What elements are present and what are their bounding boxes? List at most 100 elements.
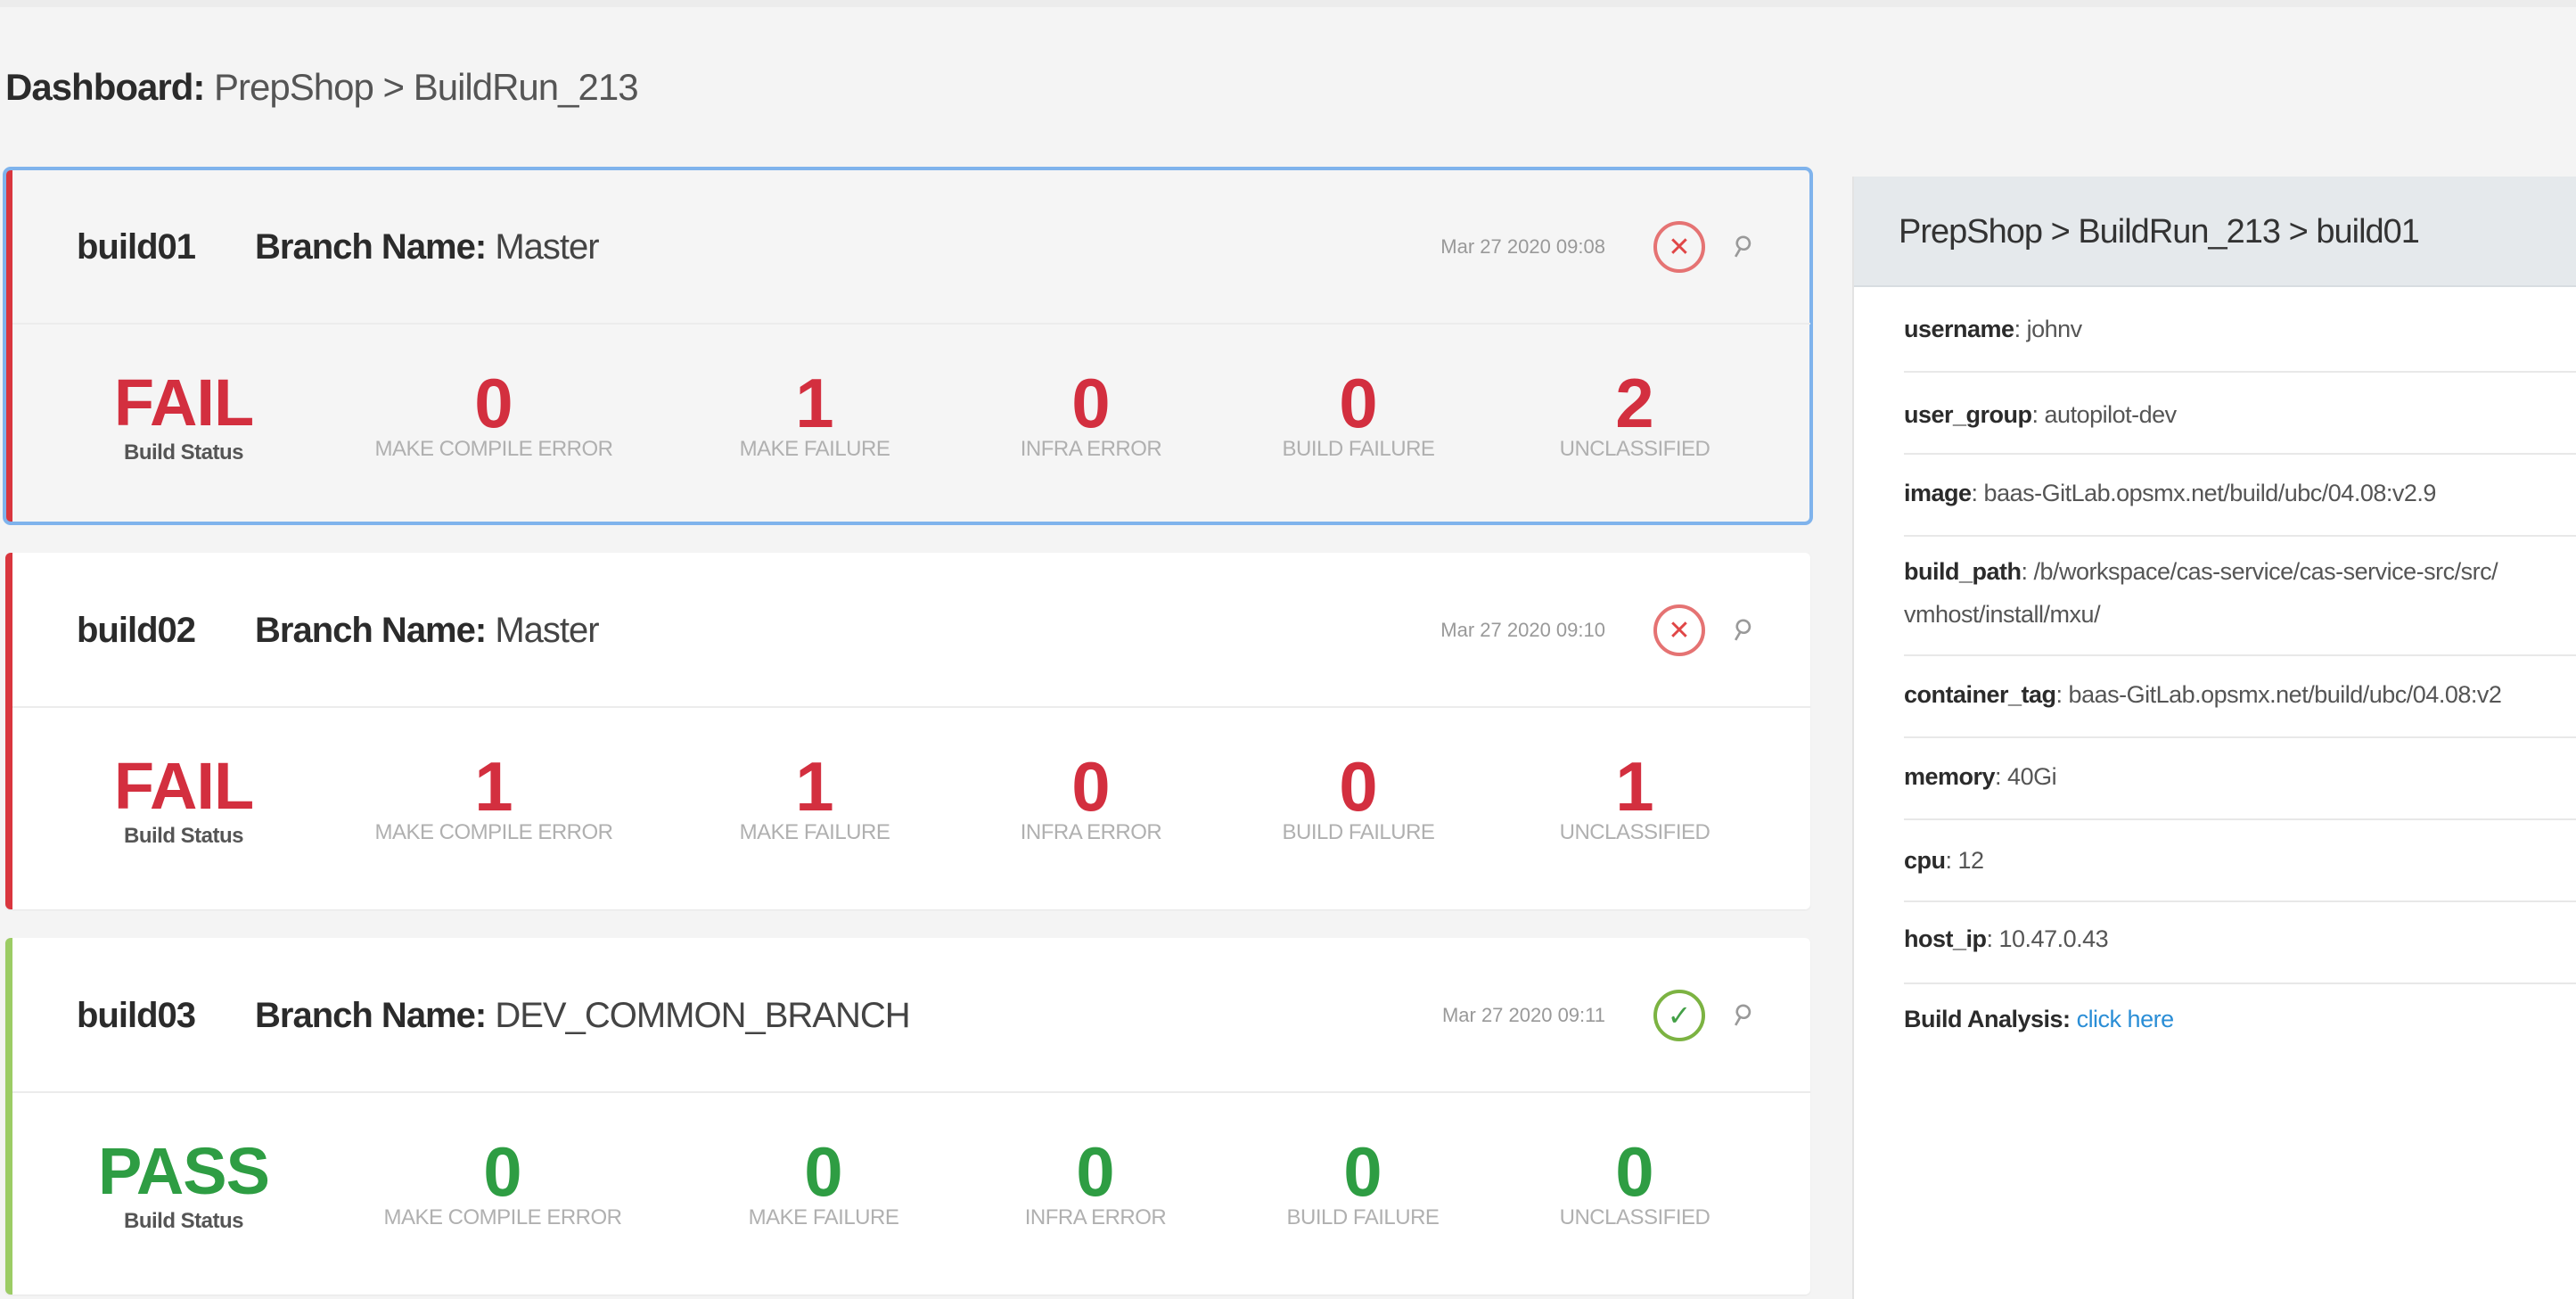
metric-value: 0 — [1615, 1132, 1654, 1211]
branch-name-label: Branch Name: — [255, 611, 487, 650]
breadcrumb: Dashboard: PrepShop > BuildRun_213 — [5, 66, 639, 109]
branch-name: Branch Name: Master — [255, 553, 600, 708]
metric-infra-error[interactable]: 0 INFRA ERROR — [966, 710, 1216, 909]
detail-row-memory: memory: 40Gi — [1904, 738, 2576, 820]
metric-unclassified[interactable]: 2 UNCLASSIFIED — [1510, 326, 1760, 522]
branch-name-value: Master — [495, 227, 599, 267]
metric-label: MAKE FAILURE — [748, 1205, 899, 1229]
detail-row-container-tag: container_tag: baas-GitLab.opsmx.net/bui… — [1904, 656, 2576, 738]
detail-value-continued: vmhost/install/mxu/ — [1904, 601, 2101, 628]
metric-value: 0 — [804, 1132, 843, 1211]
detail-key: cpu — [1904, 847, 1946, 874]
metric-label: UNCLASSIFIED — [1559, 437, 1710, 461]
metric-make-failure[interactable]: 0 MAKE FAILURE — [699, 1095, 948, 1295]
x-circle-icon[interactable]: ✕ — [1653, 221, 1705, 273]
build-status: FAIL Build Status — [59, 710, 308, 909]
detail-row-host-ip: host_ip: 10.47.0.43 — [1904, 902, 2576, 984]
metric-value: 1 — [474, 747, 513, 826]
build-card-build01[interactable]: build01 Branch Name: Master Mar 27 2020 … — [3, 167, 1813, 525]
build-timestamp: Mar 27 2020 09:10 — [1440, 619, 1605, 641]
detail-row-build-analysis: Build Analysis: click here — [1904, 984, 2576, 1066]
build-id: build01 — [77, 227, 196, 267]
metric-label: MAKE COMPILE ERROR — [374, 820, 613, 844]
check-circle-icon[interactable]: ✓ — [1653, 990, 1705, 1041]
branch-name-value: DEV_COMMON_BRANCH — [495, 996, 910, 1035]
detail-value: : 12 — [1945, 847, 1985, 874]
detail-row-username: username: johnv — [1904, 287, 2576, 373]
metric-value: 1 — [1615, 747, 1654, 826]
metric-build-failure[interactable]: 0 BUILD FAILURE — [1234, 710, 1483, 909]
breadcrumb-path[interactable]: PrepShop > BuildRun_213 — [214, 66, 639, 108]
detail-key: user_group — [1904, 401, 2032, 428]
breadcrumb-label: Dashboard: — [5, 66, 205, 108]
branch-name: Branch Name: DEV_COMMON_BRANCH — [255, 938, 911, 1093]
metric-label: INFRA ERROR — [1020, 437, 1162, 461]
metric-make-failure[interactable]: 1 MAKE FAILURE — [690, 710, 939, 909]
build-analysis-link[interactable]: click here — [2077, 1006, 2175, 1032]
branch-name-label: Branch Name: — [255, 227, 487, 267]
metric-build-failure[interactable]: 0 BUILD FAILURE — [1238, 1095, 1488, 1295]
metric-value: 0 — [1071, 747, 1111, 826]
metric-make-compile-error[interactable]: 0 MAKE COMPILE ERROR — [351, 326, 636, 522]
detail-value: : /b/workspace/cas-service/cas-service-s… — [2021, 558, 2498, 585]
detail-key: image — [1904, 480, 1972, 506]
detail-value: : baas-GitLab.opsmx.net/build/ubc/04.08:… — [2055, 681, 2502, 708]
pin-icon[interactable]: ⚲ — [1722, 994, 1761, 1035]
build-status-label: Build Status — [123, 824, 244, 848]
detail-row-cpu: cpu: 12 — [1904, 820, 2576, 902]
build-metrics: PASS Build Status 0 MAKE COMPILE ERROR 0… — [12, 1095, 1810, 1295]
build-id: build03 — [77, 996, 196, 1035]
metric-value: 0 — [483, 1132, 522, 1211]
branch-name-label: Branch Name: — [255, 996, 487, 1035]
metric-label: BUILD FAILURE — [1282, 437, 1435, 461]
build-id: build02 — [77, 611, 196, 650]
build-timestamp: Mar 27 2020 09:08 — [1440, 235, 1605, 258]
pin-icon[interactable]: ⚲ — [1722, 226, 1761, 267]
build-timestamp: Mar 27 2020 09:11 — [1441, 1004, 1605, 1026]
detail-panel-title: PrepShop > BuildRun_213 > build01 — [1854, 177, 2576, 287]
metric-value: 0 — [1343, 1132, 1382, 1211]
build-status-label: Build Status — [123, 440, 244, 465]
metric-value: 0 — [474, 364, 513, 442]
metric-label: INFRA ERROR — [1020, 820, 1162, 844]
detail-key: host_ip — [1904, 925, 1987, 952]
detail-row-image: image: baas-GitLab.opsmx.net/build/ubc/0… — [1904, 455, 2576, 537]
build-status-label: Build Status — [123, 1209, 244, 1233]
metric-label: MAKE FAILURE — [739, 820, 890, 844]
metric-label: MAKE COMPILE ERROR — [374, 437, 613, 461]
detail-value: : johnv — [2014, 316, 2083, 342]
metric-value: 1 — [795, 364, 834, 442]
metric-label: INFRA ERROR — [1024, 1205, 1167, 1229]
build-card-header: build03 Branch Name: DEV_COMMON_BRANCH M… — [12, 938, 1810, 1093]
metric-unclassified[interactable]: 0 UNCLASSIFIED — [1510, 1095, 1760, 1295]
metric-value: 0 — [1076, 1132, 1115, 1211]
build-card-build03[interactable]: build03 Branch Name: DEV_COMMON_BRANCH M… — [5, 938, 1810, 1295]
metric-label: MAKE COMPILE ERROR — [383, 1205, 622, 1229]
detail-row-build-path: build_path: /b/workspace/cas-service/cas… — [1904, 537, 2576, 656]
detail-value: : autopilot-dev — [2031, 401, 2178, 428]
metric-label: MAKE FAILURE — [739, 437, 890, 461]
metric-value: 0 — [1339, 364, 1378, 442]
detail-key: build_path — [1904, 558, 2022, 585]
detail-key: memory — [1904, 763, 1996, 790]
pin-icon[interactable]: ⚲ — [1722, 609, 1761, 650]
build-card-header: build02 Branch Name: Master Mar 27 2020 … — [12, 553, 1810, 708]
detail-value: : 10.47.0.43 — [1986, 925, 2109, 952]
metric-infra-error[interactable]: 0 INFRA ERROR — [966, 326, 1216, 522]
build-detail-panel: PrepShop > BuildRun_213 > build01 userna… — [1852, 177, 2576, 1299]
metric-make-compile-error[interactable]: 1 MAKE COMPILE ERROR — [351, 710, 636, 909]
metric-make-compile-error[interactable]: 0 MAKE COMPILE ERROR — [360, 1095, 645, 1295]
metric-label: UNCLASSIFIED — [1559, 1205, 1710, 1229]
metric-infra-error[interactable]: 0 INFRA ERROR — [971, 1095, 1220, 1295]
build-metrics: FAIL Build Status 0 MAKE COMPILE ERROR 1… — [12, 326, 1810, 522]
metric-value: 1 — [795, 747, 834, 826]
metric-build-failure[interactable]: 0 BUILD FAILURE — [1234, 326, 1483, 522]
metric-label: BUILD FAILURE — [1286, 1205, 1440, 1229]
build-status: FAIL Build Status — [59, 326, 308, 522]
metric-unclassified[interactable]: 1 UNCLASSIFIED — [1510, 710, 1760, 909]
metric-make-failure[interactable]: 1 MAKE FAILURE — [690, 326, 939, 522]
build-status-value: FAIL — [113, 366, 254, 440]
build-card-build02[interactable]: build02 Branch Name: Master Mar 27 2020 … — [5, 553, 1810, 909]
metric-label: UNCLASSIFIED — [1559, 820, 1710, 844]
x-circle-icon[interactable]: ✕ — [1653, 604, 1705, 656]
